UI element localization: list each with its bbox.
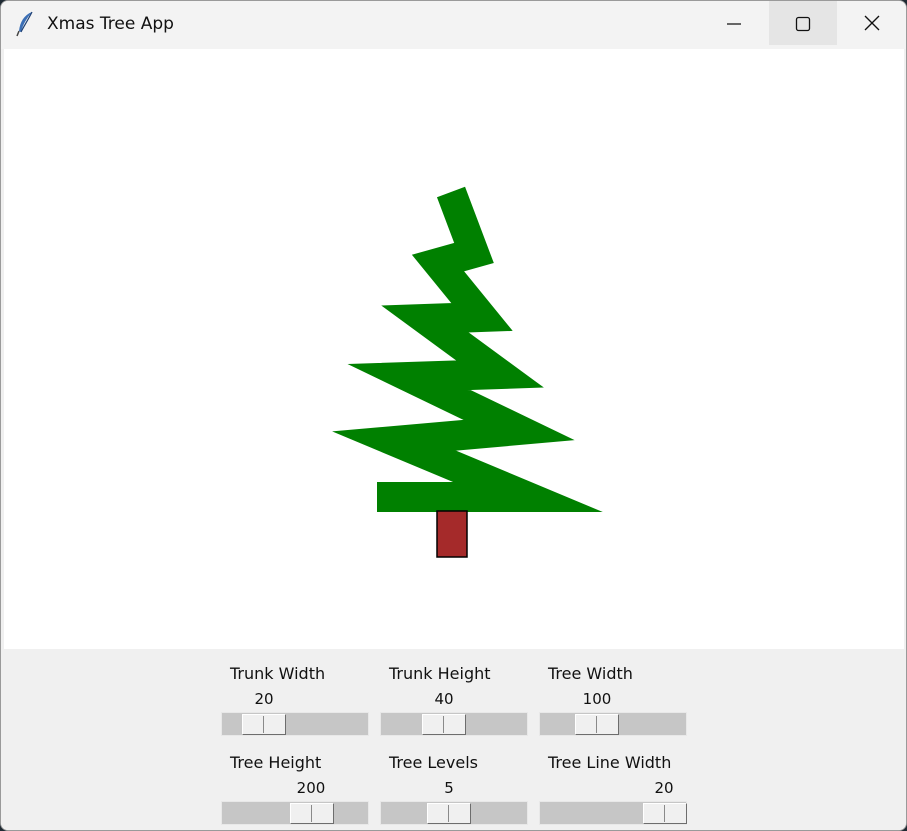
app-window: Xmas Tree App Trunk Width 20 Trunk Heigh…: [0, 0, 907, 831]
slider-value: 5: [444, 779, 454, 797]
window-title: Xmas Tree App: [47, 14, 174, 34]
slider-thumb[interactable]: [422, 714, 466, 735]
title-bar[interactable]: Xmas Tree App: [1, 1, 906, 49]
trunk-width-control: Trunk Width 20: [221, 649, 371, 736]
tree-height-control: Tree Height 200: [221, 738, 371, 825]
slider-thumb[interactable]: [575, 714, 619, 735]
slider-label: Trunk Height: [389, 664, 491, 683]
feather-icon: [15, 11, 37, 37]
maximize-icon: [795, 16, 811, 32]
trunk-width-slider[interactable]: [221, 712, 369, 736]
tree-trunk: [436, 510, 468, 558]
tree-levels-slider[interactable]: [380, 801, 528, 825]
slider-label: Tree Height: [230, 753, 322, 772]
tree-foliage: [332, 186, 603, 512]
slider-value: 200: [296, 779, 326, 797]
slider-thumb[interactable]: [290, 803, 334, 824]
minimize-icon: [727, 23, 741, 25]
slider-value: 100: [582, 690, 612, 708]
slider-label: Tree Width: [548, 664, 633, 683]
tree-canvas: [4, 49, 904, 649]
close-button[interactable]: [838, 1, 906, 45]
tree-height-slider[interactable]: [221, 801, 369, 825]
tree-width-control: Tree Width 100: [539, 649, 689, 736]
tree-width-slider[interactable]: [539, 712, 687, 736]
minimize-button[interactable]: [700, 1, 768, 45]
slider-label: Tree Levels: [389, 753, 478, 772]
maximize-button[interactable]: [769, 1, 837, 45]
close-icon: [864, 15, 880, 31]
slider-thumb[interactable]: [643, 803, 687, 824]
tree-line-width-slider[interactable]: [539, 801, 687, 825]
tree-levels-control: Tree Levels 5: [380, 738, 530, 825]
slider-value: 20: [254, 690, 274, 708]
slider-thumb[interactable]: [242, 714, 286, 735]
trunk-height-slider[interactable]: [380, 712, 528, 736]
controls-panel: Trunk Width 20 Trunk Height 40 Tree Widt…: [1, 649, 906, 830]
slider-value: 40: [434, 690, 454, 708]
trunk-height-control: Trunk Height 40: [380, 649, 530, 736]
slider-label: Trunk Width: [230, 664, 326, 683]
tree-line-width-control: Tree Line Width 20: [539, 738, 689, 825]
slider-label: Tree Line Width: [548, 753, 672, 772]
slider-value: 20: [654, 779, 674, 797]
slider-thumb[interactable]: [427, 803, 471, 824]
tree-zigzag-line: [332, 186, 603, 512]
